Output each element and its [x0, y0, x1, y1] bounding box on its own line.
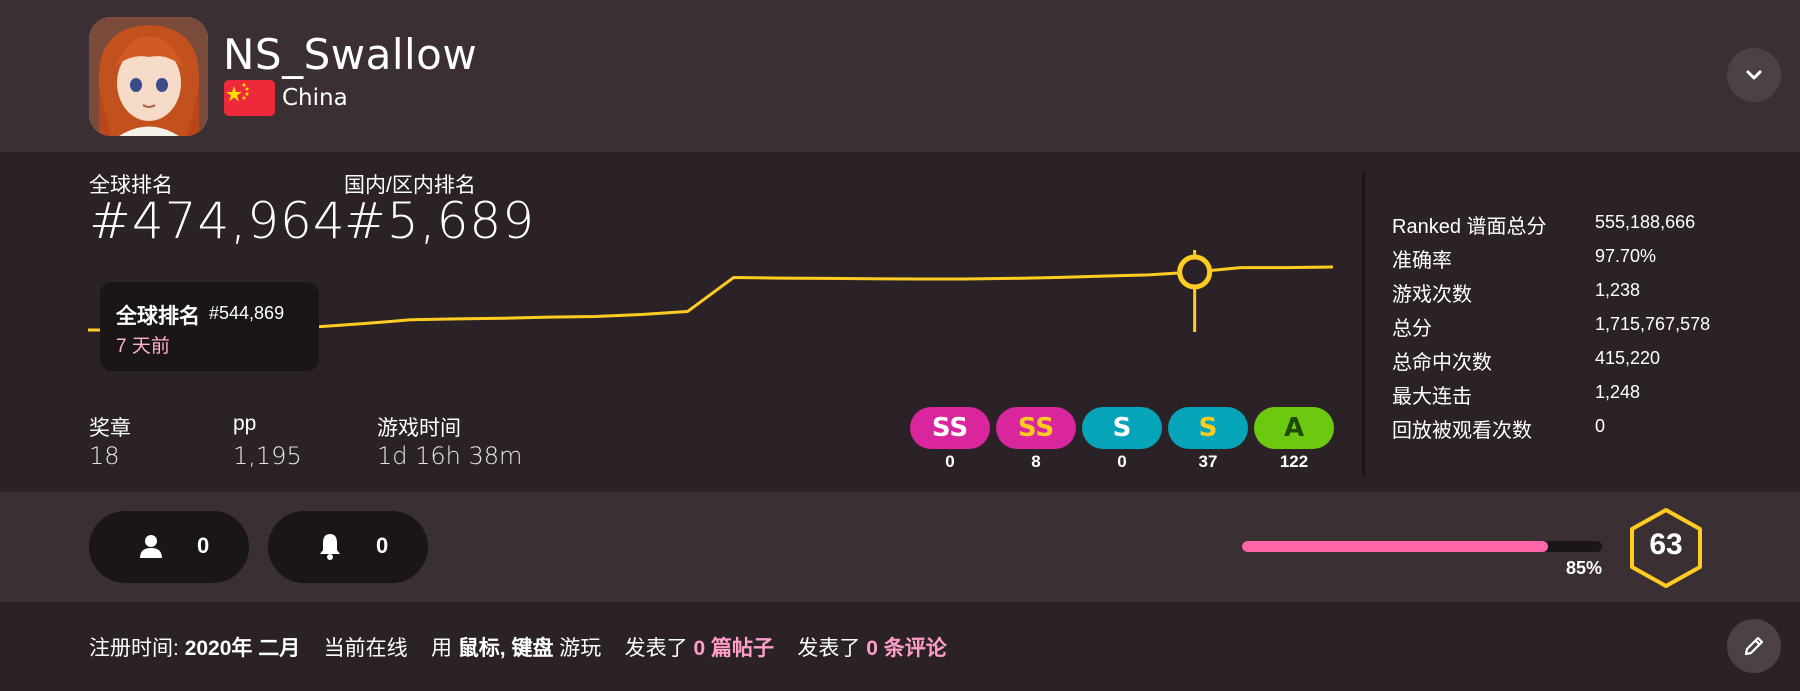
- total-hits-value: 415,220: [1595, 348, 1661, 368]
- ranked-score-value: 555,188,666: [1595, 212, 1696, 232]
- max-combo-label: 最大连击: [1392, 386, 1472, 408]
- hover-point[interactable]: [1177, 254, 1213, 290]
- grade-ss-silver-count: 0: [945, 452, 955, 471]
- grade-s-silver-count: 0: [1117, 452, 1127, 471]
- profile-info-line: 注册时间: 2020年 二月 当前在线 用 鼠标, 键盘 游玩 发表了 0 篇帖…: [89, 632, 947, 662]
- accuracy-label: 准确率: [1392, 250, 1452, 272]
- social-bar: 0 0 85% 63: [0, 492, 1800, 602]
- playcount-label: 游戏次数: [1392, 284, 1472, 306]
- stats-panel: 全球排名 #474,964 国内/区内排名 #5,689 全球排名 #544,8…: [0, 152, 1800, 492]
- ranked-score-label: Ranked 谱面总分: [1392, 216, 1547, 238]
- medals-label: 奖章: [89, 417, 131, 440]
- grade-a-badge: A: [1254, 407, 1334, 449]
- total-score-label: 总分: [1392, 318, 1432, 340]
- grade-ss-silver-badge: SS: [910, 407, 990, 449]
- grade-ss-count: 8: [1031, 452, 1041, 471]
- user-icon: [140, 535, 162, 558]
- profile-info-bar: 注册时间: 2020年 二月 当前在线 用 鼠标, 键盘 游玩 发表了 0 篇帖…: [0, 602, 1800, 691]
- chevron-down-icon: [1746, 70, 1762, 80]
- joined-label: 注册时间:: [89, 637, 179, 660]
- playtime-value: 1d 16h 38m: [377, 442, 523, 470]
- level-progress-label: 85%: [1565, 558, 1602, 578]
- posts-prefix: 发表了: [624, 637, 688, 660]
- grade-s-badge: S: [1168, 407, 1248, 449]
- replays-watched-value: 0: [1595, 416, 1606, 436]
- stats-divider: [1362, 172, 1365, 476]
- china-flag-icon: [224, 80, 275, 116]
- grade-s-count: 37: [1198, 452, 1218, 471]
- max-combo-value: 1,248: [1595, 382, 1641, 402]
- tooltip-time: 7 天前: [116, 336, 170, 357]
- country-rank-value: #5,689: [344, 192, 536, 250]
- grade-s-silver-badge: S: [1082, 407, 1162, 449]
- grade-ss-badge: SS: [996, 407, 1076, 449]
- grade-a-count: 122: [1279, 452, 1309, 471]
- avatar[interactable]: [89, 17, 208, 136]
- level-number: 63: [1649, 528, 1683, 561]
- total-hits-label: 总命中次数: [1392, 352, 1492, 374]
- accuracy-value: 97.70%: [1595, 246, 1657, 266]
- comments-link[interactable]: 0 条评论: [866, 637, 947, 660]
- username: NS_Swallow: [223, 30, 478, 79]
- followers-button[interactable]: 0: [89, 511, 249, 583]
- bell-icon: [320, 534, 340, 560]
- subscribers-count: 0: [376, 533, 389, 558]
- playstyle-suffix: 游玩: [559, 637, 602, 660]
- joined-value: 2020年 二月: [184, 637, 301, 660]
- playtime-label: 游戏时间: [377, 417, 461, 440]
- subscribers-button[interactable]: 0: [268, 511, 428, 583]
- followers-count: 0: [197, 533, 210, 558]
- level-progress-bar: [1242, 541, 1602, 552]
- pp-value: 1,195: [233, 442, 302, 470]
- medals-value: 18: [89, 442, 120, 470]
- playstyle-devices: 鼠标, 键盘: [457, 637, 554, 660]
- replays-watched-label: 回放被观看次数: [1392, 420, 1532, 442]
- pencil-icon: [1744, 636, 1764, 656]
- tooltip-title: 全球排名: [116, 305, 200, 328]
- expand-button[interactable]: [1727, 48, 1781, 102]
- level-progress-fill: [1242, 541, 1548, 552]
- chart-tooltip: 全球排名 #544,869 7 天前: [100, 282, 319, 371]
- pp-label: pp: [233, 412, 257, 435]
- online-status: 当前在线: [323, 637, 408, 660]
- profile-header: NS_Swallow China: [0, 0, 1800, 152]
- tooltip-rank: #544,869: [209, 303, 285, 323]
- posts-link[interactable]: 0 篇帖子: [693, 637, 774, 660]
- playcount-value: 1,238: [1595, 280, 1641, 300]
- comments-prefix: 发表了: [797, 637, 861, 660]
- total-score-value: 1,715,767,578: [1595, 314, 1711, 334]
- edit-profile-button[interactable]: [1727, 619, 1781, 673]
- global-rank-value: #474,964: [89, 192, 346, 250]
- playstyle-prefix: 用: [430, 637, 452, 660]
- country-name[interactable]: China: [282, 85, 348, 111]
